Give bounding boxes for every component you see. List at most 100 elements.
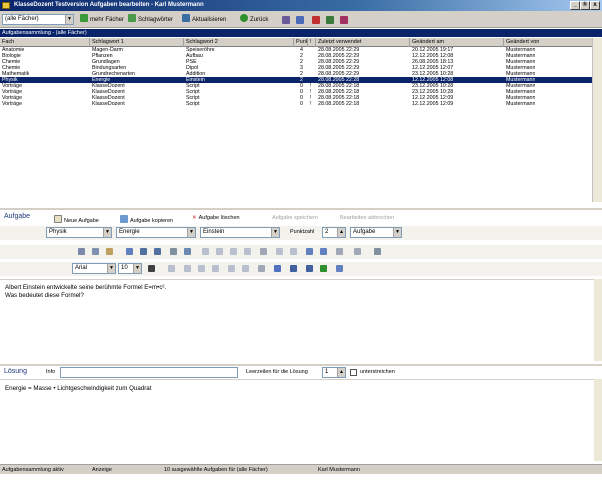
back-button[interactable]: Zurück	[240, 14, 268, 25]
editor-scrollbar[interactable]	[594, 279, 602, 361]
keywords-icon	[128, 14, 136, 22]
copy-task-button[interactable]: Aufgabe kopieren	[120, 215, 173, 224]
chevron-down-icon: ▼	[133, 264, 141, 273]
window-title: KlasseDozent Testversion Aufgaben bearbe…	[14, 2, 204, 8]
loesung-scrollbar[interactable]	[594, 379, 602, 461]
row-fach: Vorträge	[2, 101, 23, 107]
list-scrollbar[interactable]	[592, 38, 602, 202]
column-geaendert-am[interactable]: Geändert am	[410, 38, 504, 47]
row-geaendert-von: Mustermann	[506, 101, 536, 107]
font-name-select[interactable]: Arial ▼	[72, 263, 116, 274]
refresh-button[interactable]: Aktualisieren	[182, 14, 226, 25]
copy-task-label: Aufgabe kopieren	[130, 218, 174, 224]
omega-icon[interactable]	[306, 265, 313, 272]
align-right-icon[interactable]	[230, 248, 237, 255]
column-fach[interactable]: Fach	[0, 38, 90, 47]
info-input[interactable]	[60, 367, 238, 378]
font-size-select[interactable]: 10 ▼	[118, 263, 142, 274]
aufgabe-title: Aufgabe	[4, 213, 31, 220]
box-icon[interactable]	[306, 248, 313, 255]
more-subjects-button[interactable]: mehr Fächer	[80, 14, 124, 25]
redo-icon[interactable]	[154, 248, 161, 255]
formula-icon[interactable]	[336, 265, 343, 272]
text-style-icon[interactable]	[168, 265, 175, 272]
underline-icon[interactable]	[212, 265, 219, 272]
table-row[interactable]: Vorträge KlasseDozent Script 0! 28.08.2005 2…	[0, 101, 592, 107]
logo-icon[interactable]	[340, 16, 348, 24]
table-icon[interactable]	[126, 248, 133, 255]
column-schlagwort1[interactable]: Schlagwort 1	[90, 38, 184, 47]
help-icon[interactable]	[312, 16, 320, 24]
schlagwort2-select[interactable]: Einstein ▼	[200, 227, 280, 238]
column-schlagwort2[interactable]: Schlagwort 2	[184, 38, 294, 47]
line-style-icon[interactable]	[354, 248, 361, 255]
keywords-label: Schlagwörter	[138, 17, 174, 23]
find-icon[interactable]	[170, 248, 177, 255]
status-view: Anzeige	[92, 467, 112, 473]
loesung-text: Energie = Masse • Lichtgeschwindigkeit z…	[5, 385, 152, 392]
info-label: Info	[46, 369, 56, 375]
paint-icon[interactable]	[320, 248, 327, 255]
copy-icon	[120, 215, 128, 223]
row-schlagwort2: Script	[186, 101, 200, 107]
loesung-editor[interactable]: Energie = Masse • Lichtgeschwindigkeit z…	[0, 379, 594, 461]
highlight-icon[interactable]	[274, 265, 281, 272]
aufgabe-editor[interactable]: Albert Einstein entwickelte seine berühm…	[0, 279, 594, 361]
close-button[interactable]: x	[590, 1, 600, 10]
schlagwort1-select[interactable]: Energie ▼	[116, 227, 196, 238]
column-zuletzt[interactable]: Zuletzt verwendet	[316, 38, 410, 47]
undo-icon[interactable]	[140, 248, 147, 255]
font-size-value: 10	[121, 265, 128, 271]
task-type-value: Aufgabe	[353, 229, 376, 235]
underline-checkbox[interactable]	[350, 369, 357, 376]
delete-task-button[interactable]: ✕ Aufgabe löschen	[192, 215, 240, 221]
paste-icon[interactable]	[106, 248, 113, 255]
new-task-label: Neue Aufgabe	[64, 218, 99, 224]
image-icon[interactable]	[184, 248, 191, 255]
wrench-icon[interactable]	[282, 16, 290, 24]
bullet-list-icon[interactable]	[260, 248, 267, 255]
subject-filter-select[interactable]: (alle Fächer) ▼	[2, 14, 74, 25]
row-schlagwort1: KlasseDozent	[92, 101, 125, 107]
save-task-button[interactable]: Aufgabe speichern	[272, 215, 318, 221]
align-center-icon[interactable]	[216, 248, 223, 255]
punktzahl-label: Punktzahl	[290, 229, 315, 235]
punktzahl-stepper[interactable]: 2 ▲	[322, 227, 346, 238]
new-document-icon	[54, 215, 62, 223]
spell-check-icon[interactable]	[374, 248, 381, 255]
superscript-icon[interactable]	[242, 265, 249, 272]
back-label: Zurück	[250, 17, 269, 23]
task-type-select[interactable]: Aufgabe ▼	[350, 227, 402, 238]
bold-icon[interactable]	[184, 265, 191, 272]
symbol-icon[interactable]	[290, 265, 297, 272]
indent-icon[interactable]	[290, 248, 297, 255]
subscript-icon[interactable]	[228, 265, 235, 272]
chevron-down-icon: ▼	[271, 228, 279, 237]
column-geaendert-von[interactable]: Geändert von	[504, 38, 592, 47]
minimize-button[interactable]: _	[570, 1, 580, 10]
keywords-button[interactable]: Schlagwörter	[128, 14, 173, 25]
cancel-edit-button[interactable]: Bearbeiten abbrechen	[340, 215, 394, 221]
fach-select[interactable]: Physik ▼	[46, 227, 112, 238]
italic-icon[interactable]	[198, 265, 205, 272]
app-icon	[2, 2, 10, 9]
outdent-icon[interactable]	[276, 248, 283, 255]
font-color-icon[interactable]	[148, 265, 155, 272]
maximize-button[interactable]: ®	[580, 1, 590, 10]
clear-format-icon[interactable]	[258, 265, 265, 272]
chevron-down-icon: ▼	[65, 15, 73, 24]
line-icon[interactable]	[336, 248, 343, 255]
copy-icon[interactable]	[92, 248, 99, 255]
cut-icon[interactable]	[78, 248, 85, 255]
print-icon[interactable]	[296, 16, 304, 24]
column-punktzahl[interactable]: Punktzahl	[294, 38, 308, 47]
column-flag[interactable]: !	[308, 38, 316, 47]
align-left-icon[interactable]	[202, 248, 209, 255]
globe-icon[interactable]	[320, 265, 327, 272]
lines-stepper[interactable]: 1 ▲	[322, 367, 346, 378]
chevron-down-icon: ▼	[393, 228, 401, 237]
refresh-label: Aktualisieren	[192, 17, 227, 23]
chart-icon[interactable]	[326, 16, 334, 24]
new-task-button[interactable]: Neue Aufgabe	[54, 215, 99, 224]
justify-icon[interactable]	[244, 248, 251, 255]
